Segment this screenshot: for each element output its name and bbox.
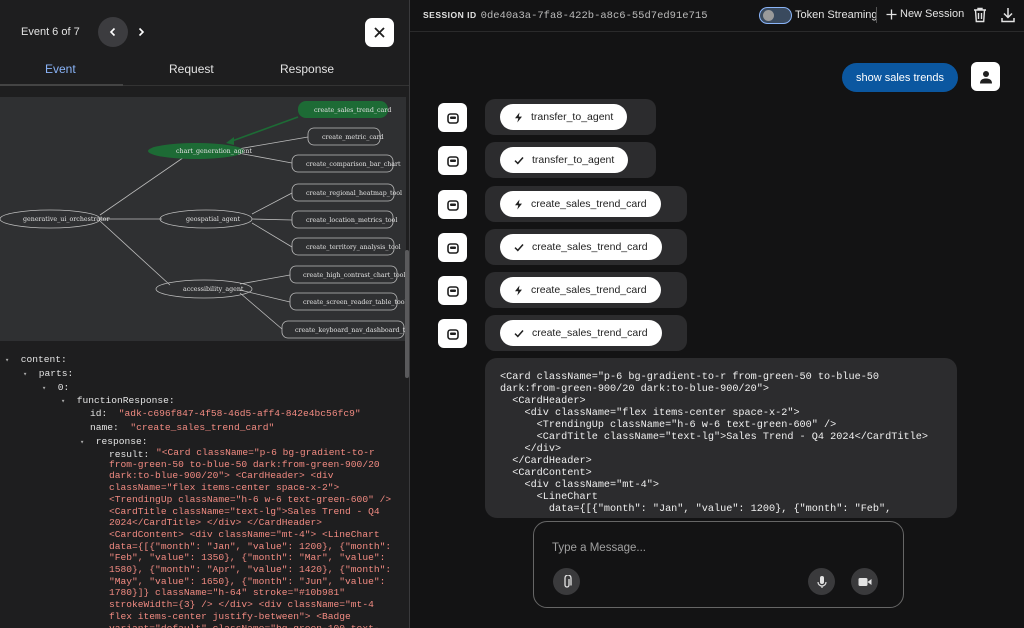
session-id: 0de40a3a-7fa8-422b-a8c6-55d7ed91e715 [480,10,708,22]
close-icon [374,27,385,38]
tab-response[interactable]: Response [280,62,334,76]
graph-node-tool[interactable]: create_metric_card [322,134,384,141]
scrollbar-thumb[interactable] [405,250,409,378]
user-message-bubble: show sales trends [842,63,959,92]
robot-icon [446,155,459,167]
paperclip-icon [563,574,572,588]
bolt-icon [515,199,522,209]
tree-node-parts[interactable]: ▾ parts: [23,367,73,382]
code-block: <Card className="p-6 bg-gradient-to-r fr… [500,372,928,515]
download-button[interactable] [1001,7,1015,28]
chat-panel: SESSION ID 0de40a3a-7fa8-422b-a8c6-55d7ed… [410,0,1024,628]
new-session-button[interactable]: New Session [886,8,964,20]
token-streaming-toggle[interactable] [759,7,792,24]
session-label: SESSION ID [423,10,477,20]
robot-icon [446,242,459,254]
agent-graph-svg: generative_ui_orchestrator chart_generat… [0,101,409,339]
toggle-knob [763,10,774,21]
graph-node-accessibility-agent[interactable]: accessibility_agent [183,286,244,293]
inspector-tabs: Event Request Response [0,58,409,86]
session-info: SESSION ID 0de40a3a-7fa8-422b-a8c6-55d7ed… [423,10,708,22]
user-avatar [971,62,1000,91]
attach-button[interactable] [553,568,580,595]
header-divider [410,31,1024,32]
tree-field-id: id: "adk-c696f847-4f58-46d5-aff4-842e4bc… [90,408,361,419]
person-icon [979,70,992,83]
bot-event-card: create_sales_trend_card [485,186,687,222]
bot-avatar [438,146,467,175]
check-icon [514,156,524,164]
bot-avatar [438,319,467,348]
bolt-icon [515,112,522,122]
event-json-tree: ▾ content: ▾ parts: ▾ 0: ▾ functionRespo… [0,350,405,628]
tab-event[interactable]: Event [45,62,76,76]
event-inspector-panel: Event 6 of 7 Event Request Response gene… [0,0,410,628]
bot-event-card: transfer_to_agent [485,142,656,178]
function-response-chip[interactable]: transfer_to_agent [500,147,629,173]
graph-node-tool[interactable]: create_regional_heatmap_tool [306,190,402,197]
robot-icon [446,199,459,211]
microphone-icon [816,575,827,588]
bot-event-card: create_sales_trend_card [485,229,687,265]
bot-code-message: <Card className="p-6 bg-gradient-to-r fr… [485,358,957,518]
bot-avatar [438,276,467,305]
agent-graph: generative_ui_orchestrator chart_generat… [0,97,409,341]
bot-event-card: create_sales_trend_card [485,315,687,351]
divider [876,7,877,23]
chevron-right-icon [138,27,145,37]
trash-icon [974,7,986,23]
tab-request[interactable]: Request [169,62,214,76]
function-call-chip[interactable]: create_sales_trend_card [500,277,661,303]
bot-event-card: transfer_to_agent [485,99,656,135]
graph-node-chart-agent[interactable]: chart_generation_agent [176,148,252,155]
delete-session-button[interactable] [973,7,987,28]
tree-field-name: name: "create_sales_trend_card" [90,422,275,433]
graph-node-geospatial-agent[interactable]: geospatial_agent [186,216,241,223]
function-call-chip[interactable]: create_sales_trend_card [500,191,661,217]
microphone-button[interactable] [808,568,835,595]
graph-node-tool[interactable]: create_high_contrast_chart_tool [303,272,405,279]
message-input[interactable]: Type a Message... [552,542,646,554]
chevron-left-icon [109,27,116,37]
video-button[interactable] [851,568,878,595]
graph-node-tool[interactable]: create_keyboard_nav_dashboard_tool [295,327,409,334]
tree-field-result-value: "<Card className="p-6 bg-gradient-to-r f… [109,447,392,628]
bot-avatar [438,233,467,262]
graph-node-tool[interactable]: create_territory_analysis_tool [306,244,401,251]
active-tab-indicator [0,84,123,86]
function-call-chip[interactable]: transfer_to_agent [500,104,628,130]
download-icon [1001,8,1015,23]
next-event-button[interactable] [126,17,156,47]
token-streaming-label: Token Streaming [795,9,878,21]
graph-node-tool[interactable]: create_comparison_bar_chart [306,161,401,168]
function-response-chip[interactable]: create_sales_trend_card [500,234,662,260]
robot-icon [446,285,459,297]
tree-node-content[interactable]: ▾ content: [5,353,67,368]
plus-icon [886,9,897,19]
close-button[interactable] [365,18,394,47]
bot-avatar [438,103,467,132]
previous-event-button[interactable] [98,17,128,47]
graph-node-tool[interactable]: create_screen_reader_table_tool [303,299,407,306]
bot-event-card: create_sales_trend_card [485,272,687,308]
robot-icon [446,112,459,124]
event-header: Event 6 of 7 [0,0,409,58]
bot-avatar [438,190,467,219]
function-response-chip[interactable]: create_sales_trend_card [500,320,662,346]
video-camera-icon [858,577,871,586]
graph-node-tool[interactable]: create_sales_trend_card [314,107,391,114]
event-counter: Event 6 of 7 [21,26,80,38]
check-icon [514,329,524,337]
robot-icon [446,328,459,340]
graph-node-tool[interactable]: create_location_metrics_tool [306,217,397,224]
check-icon [514,243,524,251]
message-composer[interactable]: Type a Message... [533,521,904,608]
graph-node-orchestrator[interactable]: generative_ui_orchestrator [23,216,110,223]
bolt-icon [515,285,522,295]
